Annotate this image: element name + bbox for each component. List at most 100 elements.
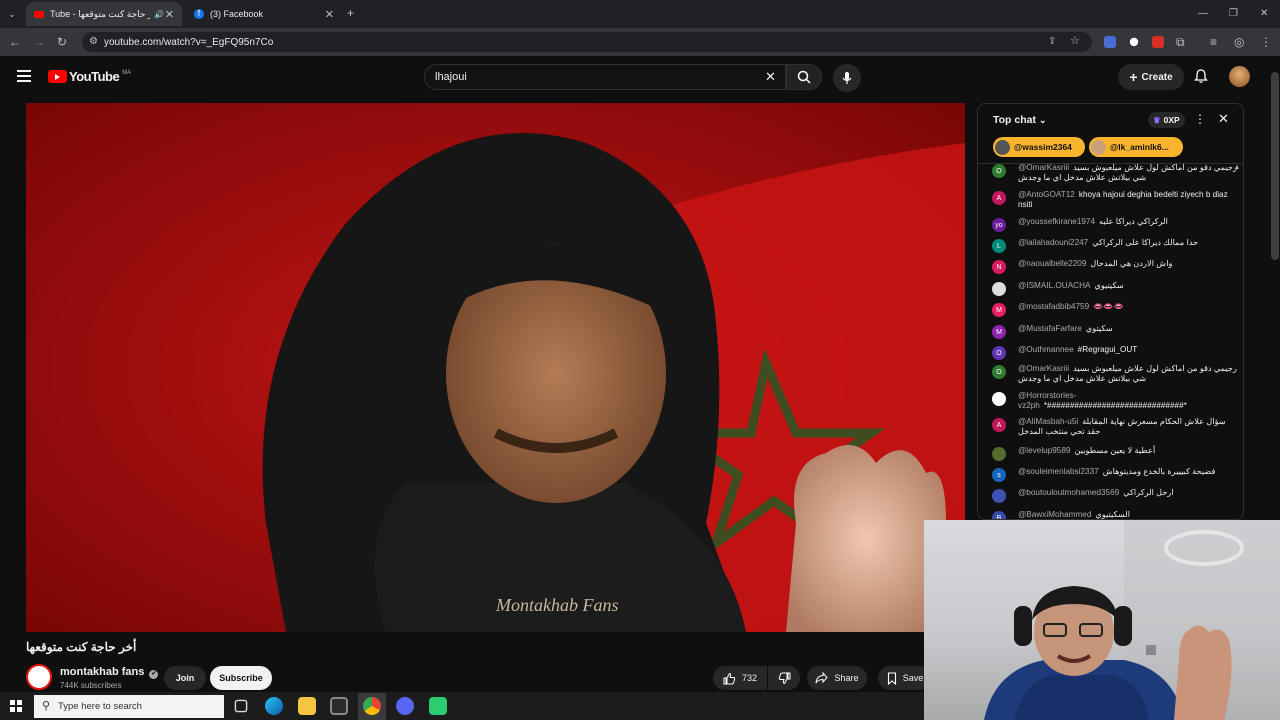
app-icon[interactable]	[429, 697, 447, 715]
task-view-icon[interactable]	[234, 699, 248, 713]
windows-start-icon[interactable]	[10, 700, 22, 712]
channel-name[interactable]: montakhab fans ✔	[60, 666, 159, 679]
chat-author-avatar[interactable]: A	[992, 191, 1006, 205]
chat-author-avatar[interactable]: s	[992, 468, 1006, 482]
chat-message[interactable]: @ISMAIL.OUACHA سكيتيوي	[992, 281, 1238, 296]
new-tab-button[interactable]: +	[347, 7, 354, 19]
chat-author-name[interactable]: @naoualbelle2209	[1018, 259, 1086, 268]
chat-message[interactable]: @boutouloutmohamed3569 ارحل الركراكي	[992, 488, 1238, 503]
chat-author-name[interactable]: @ISMAIL.OUACHA	[1018, 281, 1090, 290]
chat-author-avatar[interactable]: M	[992, 303, 1006, 317]
tab-youtube[interactable]: Tube - أخر حاجة كنت متوقعها 🔊 ✕	[26, 2, 182, 26]
dislike-button[interactable]	[768, 666, 800, 690]
bookmark-star-icon[interactable]: ☆	[1070, 35, 1080, 47]
chat-author-avatar[interactable]: A	[992, 418, 1006, 432]
window-close-icon[interactable]: ✕	[1260, 8, 1268, 20]
channel-avatar[interactable]	[26, 664, 52, 690]
points-badge[interactable]: ♛ 0XP	[1148, 112, 1185, 128]
chat-author-name[interactable]: @Outhmannee	[1018, 345, 1074, 354]
youtube-logo[interactable]: YouTube MA	[48, 69, 131, 84]
profile-icon[interactable]: ◎	[1234, 36, 1244, 48]
subscribe-button[interactable]: Subscribe	[210, 666, 272, 690]
chat-author-name[interactable]: @OmarKasriii	[1018, 163, 1069, 172]
chat-message[interactable]: A @AliMasbah-u5i سؤال علاش الحكام مسعرش نه…	[992, 417, 1238, 437]
chat-message[interactable]: @Horrorstories-vz2ph *###################…	[992, 391, 1238, 411]
site-info-icon[interactable]: ⚙	[89, 36, 98, 48]
chat-author-name[interactable]: @OmarKasriii	[1018, 364, 1069, 373]
chat-author-avatar[interactable]	[992, 489, 1006, 503]
close-tab-icon[interactable]: ✕	[165, 8, 174, 21]
chat-author-name[interactable]: @AliMasbah-u5i	[1018, 417, 1078, 426]
chat-message[interactable]: O @OmarKasriii رجيمي دقو من اماكش لول علاش…	[992, 364, 1238, 384]
super-chat-ticker[interactable]: @lk_aminlk6...	[1089, 137, 1183, 157]
video-player[interactable]: Montakhab Fans	[26, 103, 965, 632]
notifications-bell-icon[interactable]	[1193, 68, 1209, 89]
search-button[interactable]	[786, 64, 822, 90]
install-icon[interactable]: ⇪	[1048, 36, 1056, 48]
reload-icon[interactable]: ↻	[57, 36, 67, 48]
address-bar[interactable]: ⚙ youtube.com/watch?v=_EgFQ95n7Co ⇪ ☆	[82, 32, 1092, 52]
back-icon[interactable]: ←	[9, 36, 21, 48]
chat-author-name[interactable]: @boutouloutmohamed3569	[1018, 488, 1119, 497]
chat-message[interactable]: @levelup9589 أعطية لا يعين مسطوبين	[992, 446, 1238, 461]
join-button[interactable]: Join	[164, 666, 206, 690]
store-icon[interactable]	[330, 697, 348, 715]
chat-message[interactable]: s @souleimenlabsi2337 فضيحة كبيييرة بالخدع…	[992, 467, 1238, 482]
chat-message[interactable]: O @OmarKasriii رجيمي دقو من اماكش لول علاش…	[992, 163, 1238, 183]
chat-author-avatar[interactable]: yo	[992, 218, 1006, 232]
minimize-icon[interactable]: —	[1198, 8, 1208, 20]
user-avatar[interactable]	[1229, 66, 1250, 87]
chat-author-avatar[interactable]: O	[992, 164, 1006, 178]
chat-mode-dropdown[interactable]: Top chat ⌄	[993, 114, 1047, 126]
close-chat-icon[interactable]: ✕	[1218, 111, 1229, 127]
voice-search-button[interactable]	[833, 64, 861, 92]
chat-author-name[interactable]: @youssefkirane1974	[1018, 217, 1095, 226]
tab-search-chevron-icon[interactable]: ⌄	[8, 8, 16, 20]
edge-browser-icon[interactable]	[265, 697, 283, 715]
create-button[interactable]: + Create	[1118, 64, 1184, 90]
chat-message[interactable]: O @Outhmannee #Regragui_OUT	[992, 345, 1238, 360]
chat-author-name[interactable]: @levelup9589	[1018, 446, 1070, 455]
chat-author-avatar[interactable]: O	[992, 365, 1006, 379]
chrome-icon[interactable]	[363, 697, 381, 715]
super-chat-ticker[interactable]: @wassim2364	[993, 137, 1085, 157]
audio-icon[interactable]: 🔊	[154, 10, 164, 19]
chat-message[interactable]: L @lailahadouni2247 حدا ممالك ديراكا على ا…	[992, 238, 1238, 253]
translate-extension-icon[interactable]	[1104, 36, 1116, 48]
share-button[interactable]: Share	[807, 666, 867, 690]
chat-author-name[interactable]: @lailahadouni2247	[1018, 238, 1088, 247]
chat-author-name[interactable]: @souleimenlabsi2337	[1018, 467, 1099, 476]
chat-author-name[interactable]: @BawxiMohammed	[1018, 510, 1091, 519]
tab-facebook[interactable]: f (3) Facebook ✕	[186, 2, 342, 26]
clear-search-icon[interactable]: ✕	[765, 69, 776, 85]
chat-author-avatar[interactable]: O	[992, 346, 1006, 360]
maximize-icon[interactable]: ❐	[1229, 8, 1238, 20]
chat-message[interactable]: M @MustafaFarfare سكيتوي	[992, 324, 1238, 339]
chat-author-avatar[interactable]	[992, 392, 1006, 406]
extensions-puzzle-icon[interactable]: ⧉	[1176, 36, 1185, 48]
menu-hamburger-icon[interactable]	[17, 70, 31, 82]
chat-message[interactable]: B @BawxiMohammed السكيتيوي	[992, 510, 1238, 519]
chat-author-avatar[interactable]: L	[992, 239, 1006, 253]
chat-message[interactable]: M @mostafadbib4759 👄👄👄	[992, 302, 1238, 317]
chat-author-name[interactable]: @MustafaFarfare	[1018, 324, 1082, 333]
taskbar-search-input[interactable]: ⚲ Type here to search	[34, 695, 224, 718]
chat-author-avatar[interactable]	[992, 447, 1006, 461]
page-scrollbar[interactable]	[1271, 72, 1279, 260]
search-input[interactable]: lhajoui ✕	[424, 64, 786, 90]
chat-message[interactable]: yo @youssefkirane1974 الركراكي ديراكا عليه	[992, 217, 1238, 232]
close-tab-icon[interactable]: ✕	[325, 8, 334, 21]
adblock-extension-icon[interactable]	[1152, 36, 1164, 48]
extension-icon[interactable]	[1129, 37, 1139, 47]
discord-icon[interactable]	[396, 697, 414, 715]
chat-author-avatar[interactable]: B	[992, 511, 1006, 519]
chat-author-avatar[interactable]: M	[992, 325, 1006, 339]
like-button[interactable]: 732	[713, 666, 767, 690]
forward-icon[interactable]: →	[33, 36, 45, 48]
file-explorer-icon[interactable]	[298, 697, 316, 715]
chat-author-name[interactable]: @mostafadbib4759	[1018, 302, 1089, 311]
chat-author-name[interactable]: @AntoGOAT12	[1018, 190, 1075, 199]
media-controls-icon[interactable]: ≡	[1210, 36, 1217, 48]
chat-message[interactable]: A @AntoGOAT12 khoya hajoui deghia bedelti …	[992, 190, 1238, 210]
chat-author-avatar[interactable]: N	[992, 260, 1006, 274]
